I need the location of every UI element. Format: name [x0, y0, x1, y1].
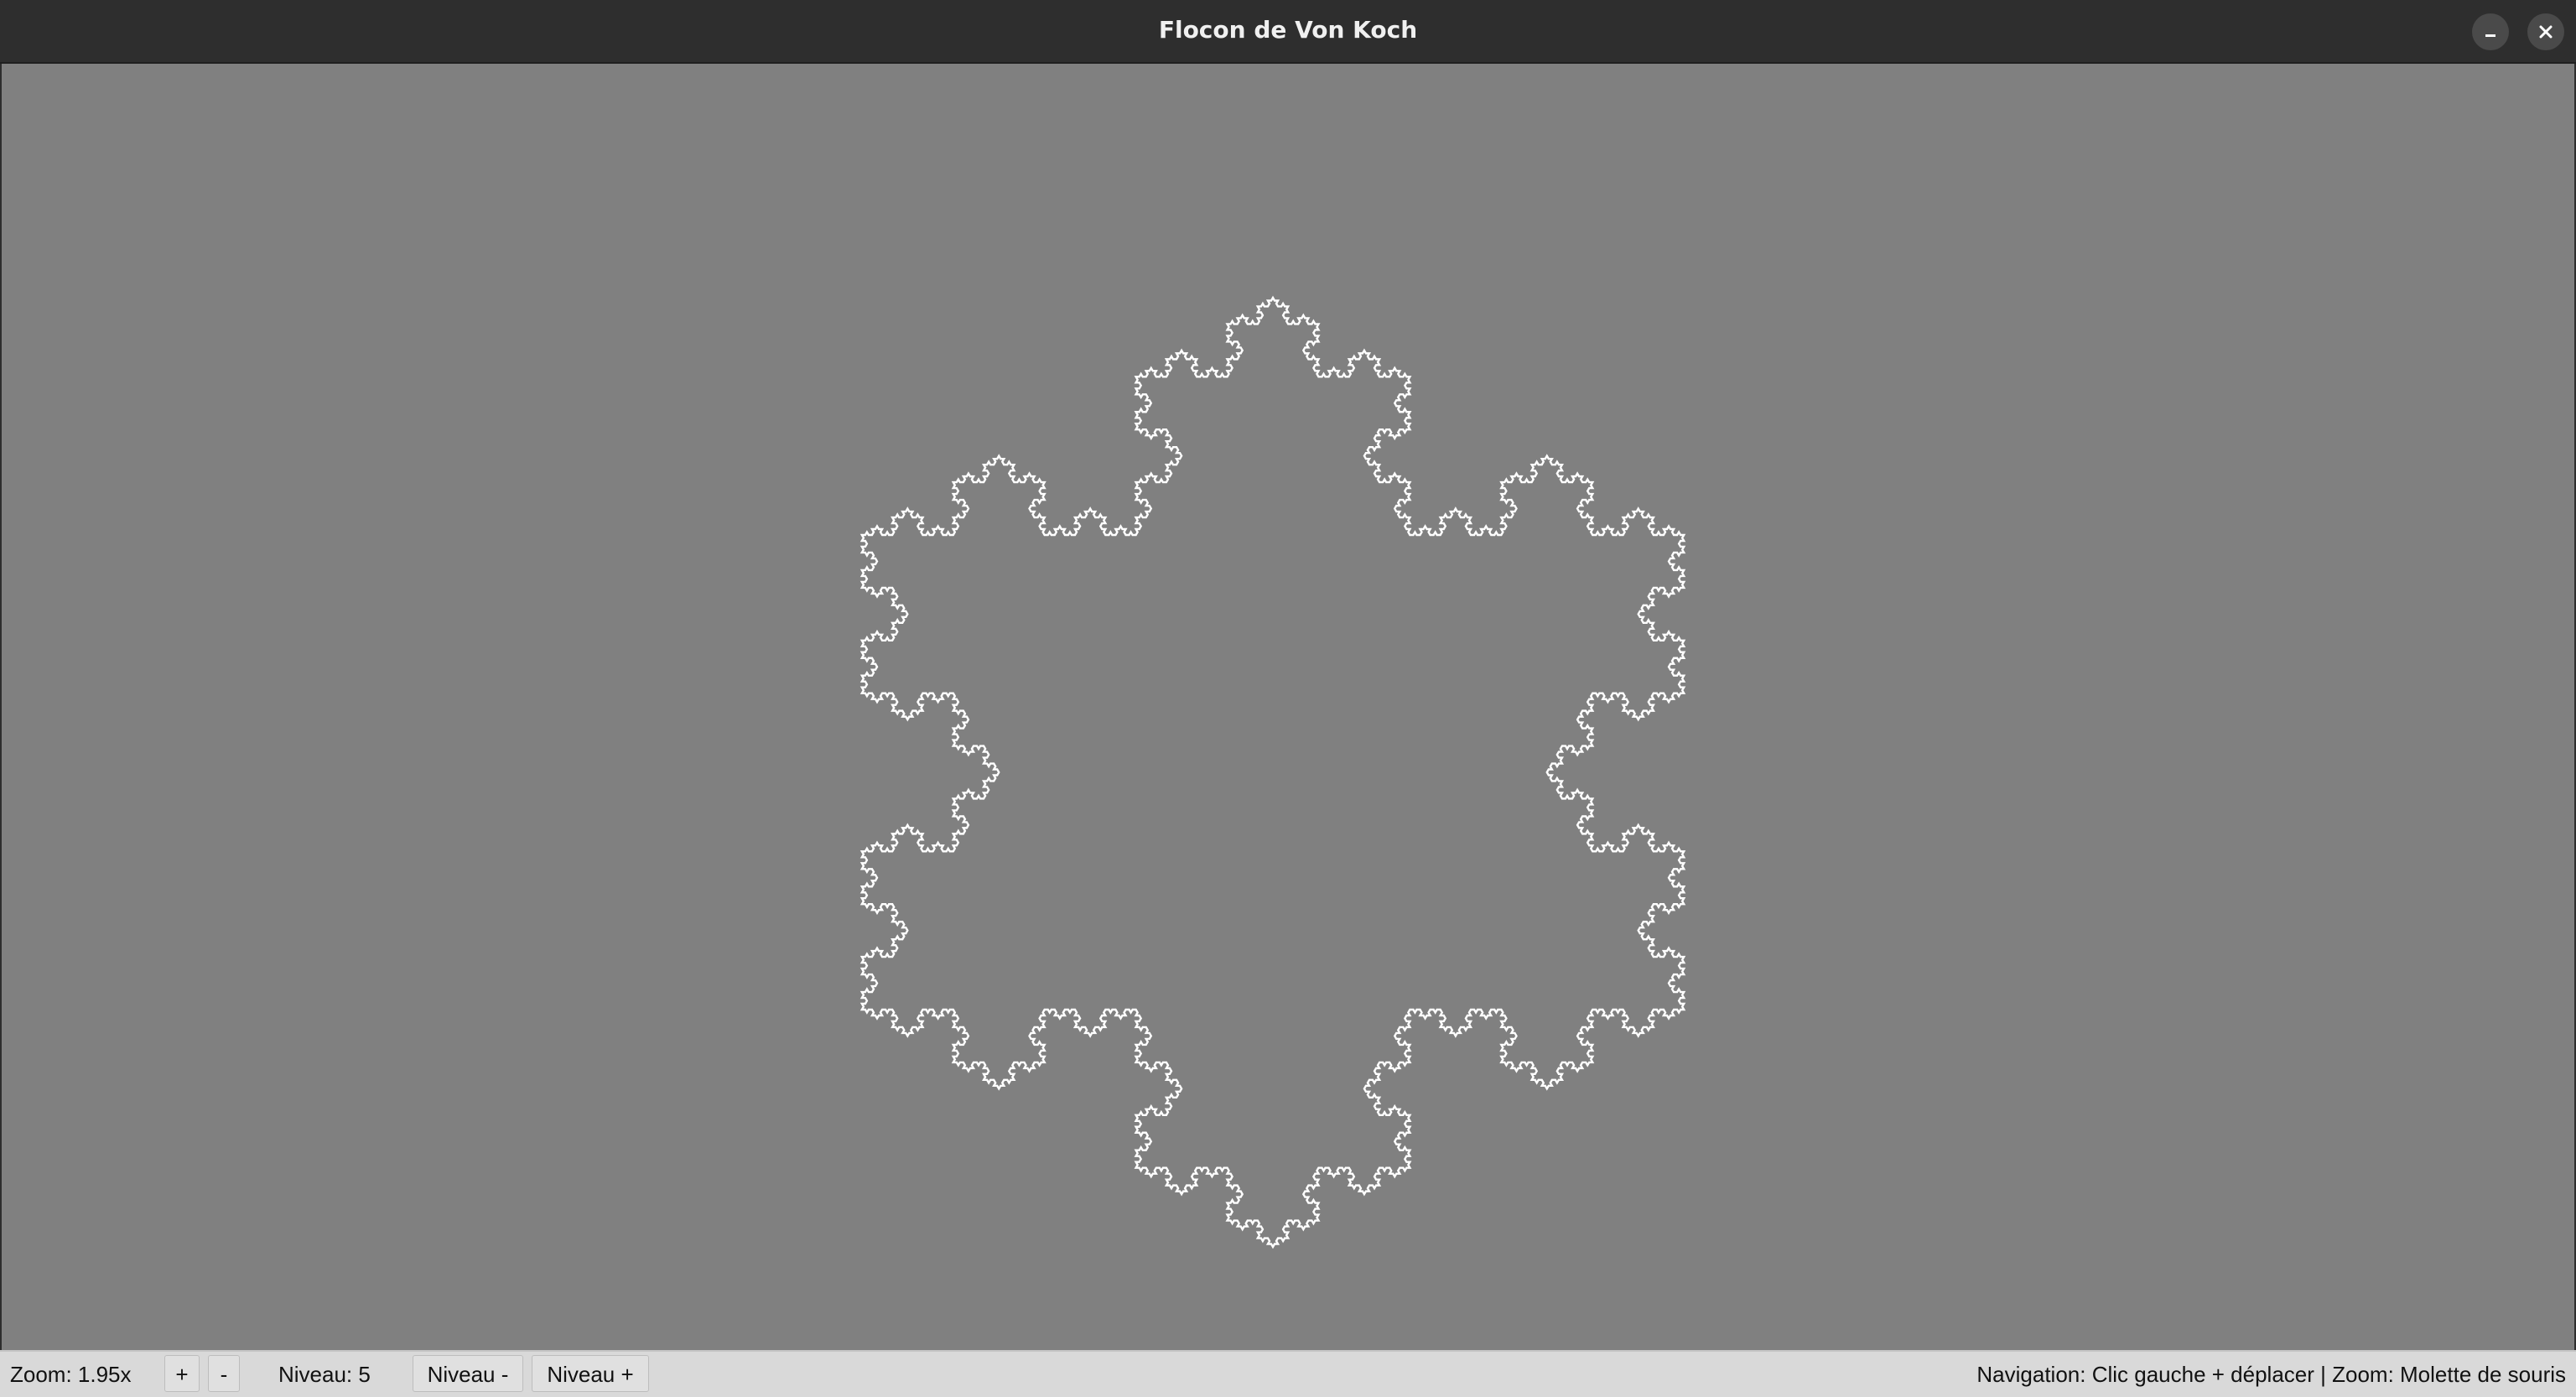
- level-up-button[interactable]: Niveau +: [532, 1355, 649, 1392]
- minimize-button[interactable]: [2472, 13, 2509, 50]
- minimize-icon: [2485, 34, 2496, 37]
- zoom-out-button[interactable]: -: [208, 1355, 240, 1392]
- koch-snowflake-path: [860, 295, 1686, 1249]
- fractal-canvas[interactable]: [2, 64, 2574, 1350]
- zoom-in-button[interactable]: +: [164, 1355, 200, 1392]
- status-toolbar: Zoom: 1.95x + - Niveau: 5 Niveau - Nivea…: [0, 1350, 2576, 1397]
- close-icon: [2539, 25, 2553, 39]
- window-title: Flocon de Von Koch: [1158, 16, 1418, 44]
- close-button[interactable]: [2527, 13, 2564, 50]
- koch-snowflake-drawing: [860, 295, 1686, 1249]
- app-window: Flocon de Von Koch Zoom: 1.95x + - Nivea…: [0, 0, 2576, 1397]
- title-bar[interactable]: Flocon de Von Koch: [0, 0, 2576, 64]
- level-label: Niveau: 5: [278, 1362, 371, 1387]
- navigation-help-text: Navigation: Clic gauche + déplacer | Zoo…: [1976, 1362, 2566, 1387]
- zoom-label: Zoom: 1.95x: [10, 1362, 132, 1387]
- level-down-button[interactable]: Niveau -: [413, 1355, 523, 1392]
